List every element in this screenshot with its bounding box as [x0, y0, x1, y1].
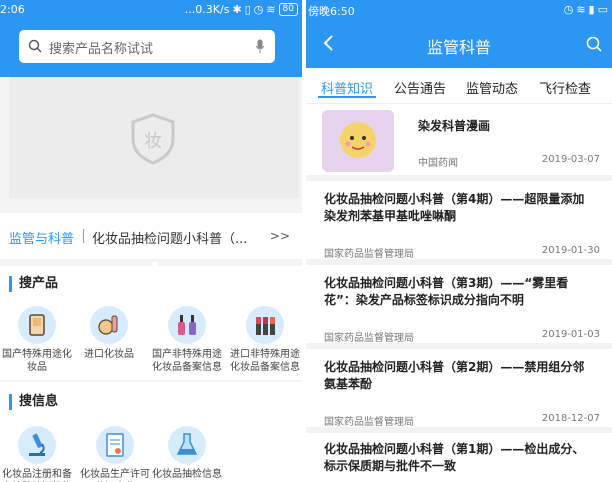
list-item[interactable]: 化妆品抽检问题小科普（第4期）——超限量添加染发剂苯基甲基吡唑啉酮 国家药品监督…: [306, 181, 612, 265]
more-link[interactable]: >>: [270, 229, 290, 243]
grid-item-domestic-nonspecial[interactable]: 国产非特殊用途化妆品备案信息: [150, 306, 224, 374]
article-title: 化妆品抽检问题小科普（第3期）——“雾里看花”：染发产品标签标识成分指向不明: [324, 276, 569, 307]
bluetooth-icon: ✱: [232, 3, 242, 16]
list-item[interactable]: 化妆品抽检问题小科普（第2期）——禁用组分邻氨基苯酚 国家药品监督管理局 201…: [306, 349, 612, 433]
divider: [83, 229, 84, 243]
makeup-palette-icon: [18, 306, 56, 344]
nail-polish-icon: [168, 306, 206, 344]
news-ticker[interactable]: 监管与科普 化妆品抽检问题小科普（... >>: [0, 213, 302, 259]
page-title: 监管科普: [426, 38, 491, 57]
article-title: 化妆品抽检问题小科普（第1期）——检出成分、标示保质期与批件不一致: [324, 442, 585, 473]
grid-item-production-license[interactable]: 化妆品生产许可获证企业: [78, 426, 152, 482]
flask-icon: [168, 426, 206, 464]
status-bar: 傍晚6:50 ◷ ≋ ▮ ▭: [306, 0, 612, 18]
signal-icon: ▮: [588, 3, 595, 16]
right-screen: 傍晚6:50 ◷ ≋ ▮ ▭ 监管科普 科普知识 公告通告 监管动态 飞行检查 …: [306, 0, 612, 482]
article-source: 中国药闻: [418, 158, 458, 169]
battery-icon: ▭: [597, 3, 608, 16]
vibrate-icon: ▯: [244, 3, 251, 16]
news-tag: 监管与科普: [9, 232, 75, 247]
grid-item-imported-nonspecial[interactable]: 进口非特殊用途化妆品备案信息: [228, 306, 302, 374]
cosmetics-icon: [90, 306, 128, 344]
grid-item-label: 进口化妆品: [84, 349, 134, 360]
tab-bar: 科普知识 公告通告 监管动态 飞行检查: [306, 68, 612, 104]
tab-announcements[interactable]: 公告通告: [394, 78, 446, 97]
alarm-icon: ◷: [253, 3, 264, 16]
article-source: 国家药品监督管理局: [324, 417, 414, 428]
grid-item-label: 化妆品抽检信息: [152, 469, 222, 480]
wifi-icon: ≋: [576, 3, 586, 16]
article-date: 2019-01-03: [541, 329, 600, 340]
right-header: 傍晚6:50 ◷ ≋ ▮ ▭ 监管科普: [306, 0, 612, 68]
article-title: 化妆品抽检问题小科普（第2期）——禁用组分邻氨基苯酚: [324, 360, 585, 391]
search-input[interactable]: 搜索产品名称试试: [19, 30, 275, 63]
article-source: 国家药品监督管理局: [324, 249, 414, 260]
article-date: 2018-12-07: [541, 413, 600, 424]
tab-regulatory-news[interactable]: 监管动态: [466, 78, 518, 97]
news-headline[interactable]: 化妆品抽检问题小科普（...: [92, 228, 262, 247]
article-source: 国家药品监督管理局: [324, 333, 414, 344]
left-header: 2:06 ...0.3K/s ✱ ▯ ◷ ≋ 80 搜索产品名称试试: [0, 0, 302, 77]
grid-item-imported[interactable]: 进口化妆品: [72, 306, 146, 361]
status-bar: 2:06 ...0.3K/s ✱ ▯ ◷ ≋ 80: [0, 0, 302, 20]
svg-text:妆: 妆: [144, 131, 162, 152]
list-item[interactable]: 化妆品抽检问题小科普（第3期）——“雾里看花”：染发产品标签标识成分指向不明 国…: [306, 265, 612, 349]
network-speed: ...0.3K/s: [184, 3, 230, 16]
grid-item-sampling-info[interactable]: 化妆品抽检信息: [150, 426, 224, 481]
microphone-icon[interactable]: [255, 39, 265, 54]
wifi-icon: ≋: [266, 3, 276, 16]
lipstick-icon: [246, 306, 284, 344]
active-tab-indicator: [318, 96, 376, 98]
search-placeholder: 搜索产品名称试试: [49, 42, 154, 57]
banner-carousel[interactable]: 妆: [9, 77, 299, 268]
battery-icon: 80: [278, 3, 298, 16]
grid-item-label: 化妆品生产许可获证企业: [80, 469, 150, 480]
article-date: 2019-01-30: [541, 245, 600, 256]
alarm-icon: ◷: [563, 3, 574, 16]
search-products-section: 搜产品 国产特殊用途化妆品 进口化妆品 国产非特殊用途化妆品备案信息 进口非特殊…: [0, 266, 302, 380]
tab-science-knowledge[interactable]: 科普知识: [321, 78, 373, 97]
section-title: 搜产品: [9, 276, 58, 292]
article-title: 染发科普漫画: [418, 119, 491, 133]
tab-flight-inspection[interactable]: 飞行检查: [539, 78, 591, 97]
search-icon: [28, 39, 42, 53]
search-icon[interactable]: [586, 36, 602, 52]
article-date: 2019-03-07: [541, 154, 600, 165]
section-title: 搜信息: [9, 394, 58, 410]
grid-item-label: 国产非特殊用途化妆品备案信息: [152, 349, 222, 373]
left-screen: 2:06 ...0.3K/s ✱ ▯ ◷ ≋ 80 搜索产品名称试试 妆 监管与…: [0, 0, 302, 482]
grid-item-label: 国产特殊用途化妆品: [2, 349, 72, 373]
shield-placeholder-icon: 妆: [131, 113, 175, 165]
grid-item-label: 化妆品注册和备案检验检测机构: [2, 469, 72, 480]
grid-item-domestic-special[interactable]: 国产特殊用途化妆品: [0, 306, 74, 374]
grid-item-testing-institutions[interactable]: 化妆品注册和备案检验检测机构: [0, 426, 74, 482]
microscope-icon: [18, 426, 56, 464]
search-info-section: 搜信息 化妆品注册和备案检验检测机构 化妆品生产许可获证企业 化妆品抽检信息: [0, 382, 302, 482]
grid-item-label: 进口非特殊用途化妆品备案信息: [230, 349, 300, 373]
article-title: 化妆品抽检问题小科普（第4期）——超限量添加染发剂苯基甲基吡唑啉酮: [324, 192, 585, 223]
status-time: 2:06: [0, 3, 25, 16]
status-time: 傍晚6:50: [308, 5, 355, 18]
article-thumbnail: [322, 110, 394, 172]
license-icon: [96, 426, 134, 464]
list-item[interactable]: 化妆品抽检问题小科普（第1期）——检出成分、标示保质期与批件不一致: [306, 433, 612, 482]
